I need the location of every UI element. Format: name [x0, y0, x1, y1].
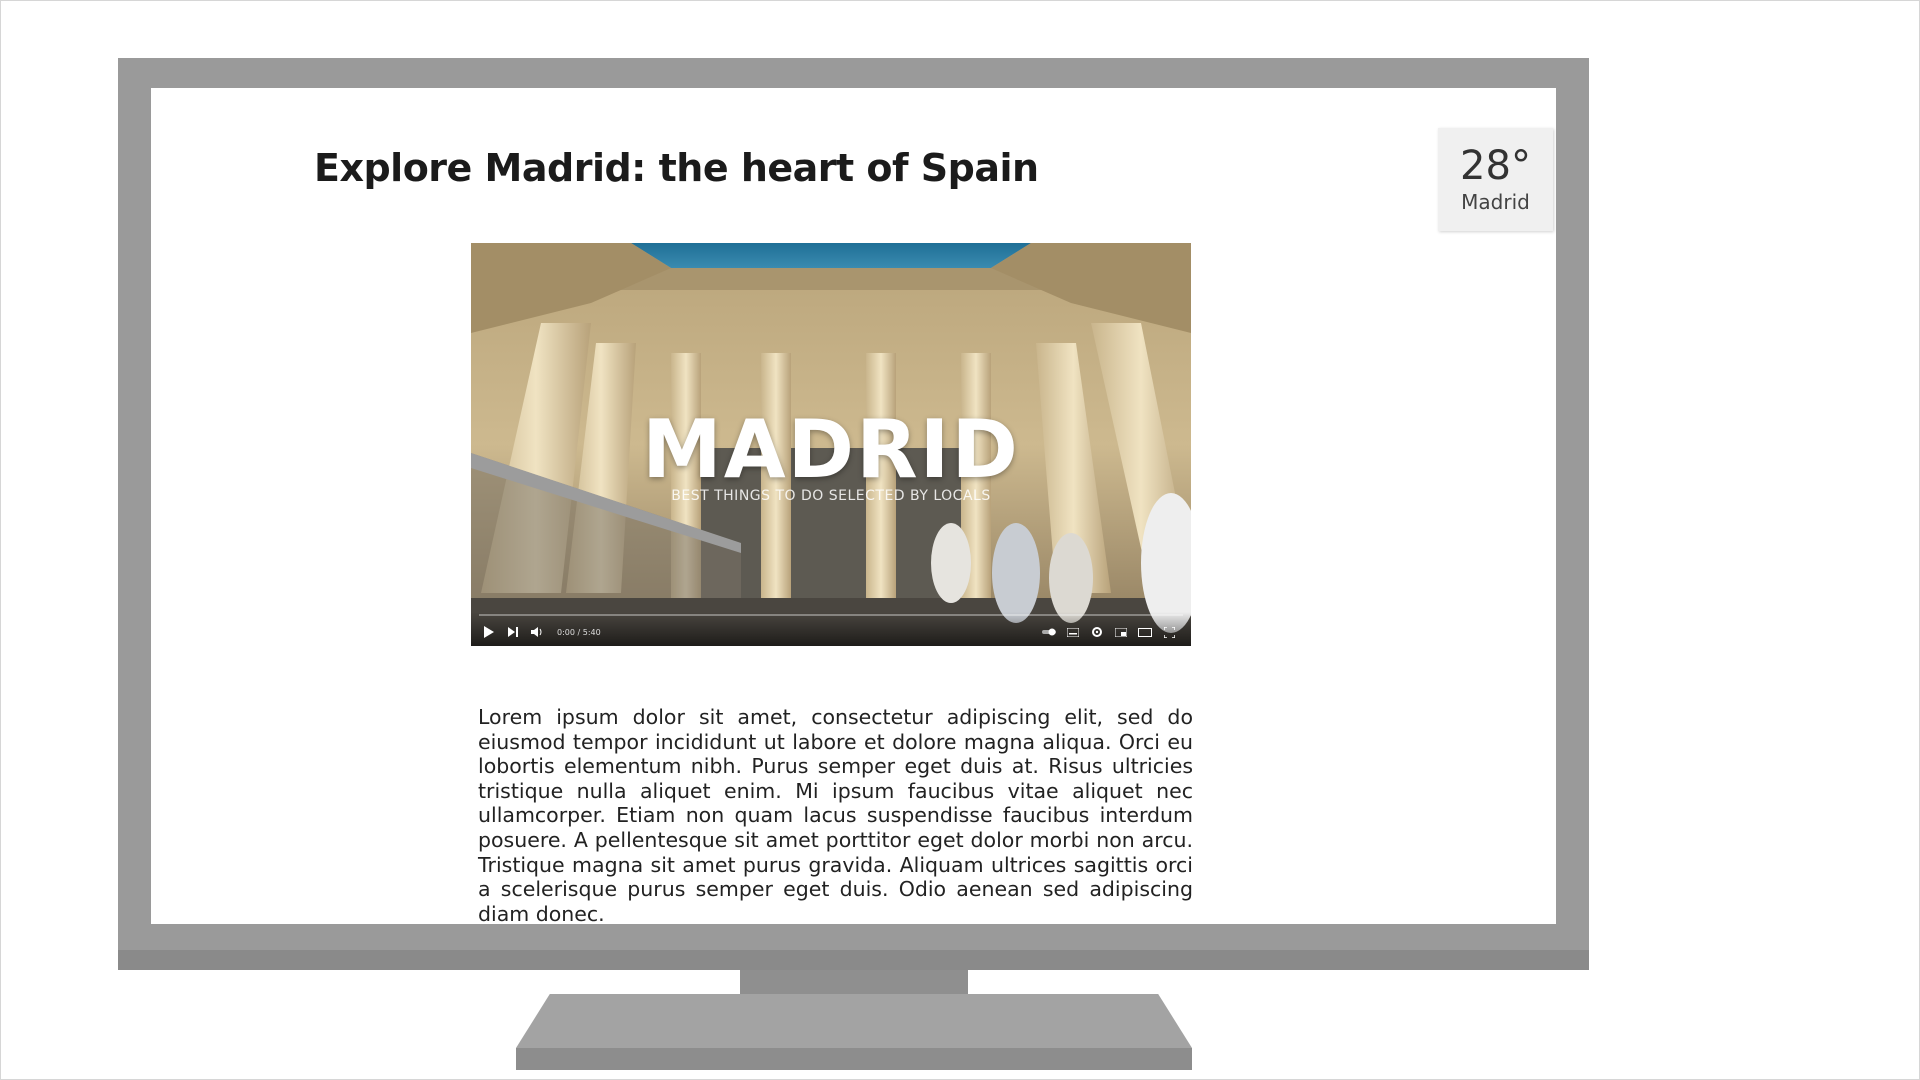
video-progress-bar[interactable]: [479, 614, 1183, 616]
weather-temperature: 28°: [1460, 143, 1531, 189]
page-title: Explore Madrid: the heart of Spain: [314, 146, 1039, 190]
article-body: Lorem ipsum dolor sit amet, consectetur …: [478, 705, 1193, 924]
play-icon[interactable]: [481, 624, 497, 640]
subtitles-icon[interactable]: [1065, 624, 1081, 640]
video-player[interactable]: MADRID BEST THINGS TO DO SELECTED BY LOC…: [471, 243, 1191, 646]
video-time: 0:00 / 5:40: [557, 628, 601, 637]
theater-mode-icon[interactable]: [1137, 624, 1153, 640]
monitor-chin: [118, 950, 1589, 970]
autoplay-toggle-icon[interactable]: [1041, 624, 1057, 640]
skip-next-icon[interactable]: [505, 624, 521, 640]
weather-city: Madrid: [1461, 190, 1530, 214]
video-overlay-subtitle: BEST THINGS TO DO SELECTED BY LOCALS: [671, 488, 991, 504]
monitor-stand-base-front: [516, 1048, 1192, 1070]
gear-icon[interactable]: [1089, 624, 1105, 640]
video-overlay-title: MADRID: [642, 403, 1020, 496]
miniplayer-icon[interactable]: [1113, 624, 1129, 640]
fullscreen-icon[interactable]: [1161, 624, 1177, 640]
volume-icon[interactable]: [529, 624, 545, 640]
monitor-screen: Explore Madrid: the heart of Spain 28° M…: [151, 88, 1556, 924]
weather-widget[interactable]: 28° Madrid: [1438, 128, 1553, 231]
video-controls: 0:00 / 5:40: [471, 612, 1191, 646]
monitor-stand-base: [516, 994, 1192, 1048]
